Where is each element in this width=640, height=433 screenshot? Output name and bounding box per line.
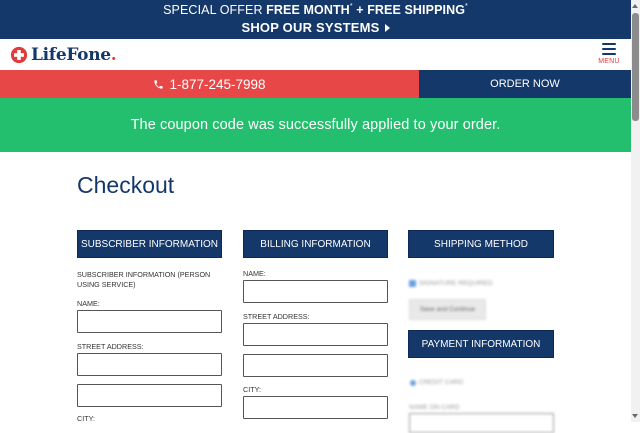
shop-systems-label[interactable]: SHOP OUR SYSTEMS: [241, 20, 379, 35]
hamburger-icon: [598, 43, 620, 55]
scroll-down-arrow-icon[interactable]: [632, 414, 638, 418]
alert-message: The coupon code was successfully applied…: [130, 117, 501, 133]
menu-button[interactable]: MENU: [598, 41, 620, 65]
subscriber-name-input[interactable]: [77, 310, 222, 333]
billing-street-input[interactable]: [243, 323, 388, 346]
promo-free-month: FREE MONTH: [266, 3, 350, 17]
phone-number[interactable]: 1-877-245-7998: [169, 77, 265, 92]
shipping-heading: SHIPPING METHOD: [434, 238, 528, 250]
subscriber-city-label: CITY:: [77, 414, 95, 423]
caret-right-icon: [384, 23, 390, 32]
promo-plus: +: [352, 3, 368, 17]
page-scrollbar[interactable]: [631, 0, 640, 422]
subscriber-note: SUBSCRIBER INFORMATION (PERSON USING SER…: [77, 270, 211, 289]
name-on-card-label: NAME ON CARD: [409, 404, 460, 411]
billing-city-label: CITY:: [243, 385, 261, 394]
shop-systems-link[interactable]: SHOP OUR SYSTEMS: [0, 20, 631, 35]
promo-free-shipping: FREE SHIPPING: [367, 3, 466, 17]
signature-required-label: SIGNATURE REQUIRED: [419, 280, 493, 287]
subscriber-heading: SUBSCRIBER INFORMATION: [80, 238, 219, 250]
site-header: LifeFone. MENU: [0, 39, 631, 70]
promo-text: SPECIAL OFFER FREE MONTH* + FREE SHIPPIN…: [0, 3, 631, 17]
call-phone-button[interactable]: 1-877-245-7998: [0, 70, 419, 98]
subscriber-street-input[interactable]: [77, 353, 222, 376]
subscriber-name-label: NAME:: [77, 299, 100, 308]
billing-street2-input[interactable]: [243, 354, 388, 377]
promo-prefix: SPECIAL OFFER: [163, 3, 267, 17]
shipping-section-header: SHIPPING METHOD: [408, 230, 554, 258]
subscriber-street-label: STREET ADDRESS:: [77, 342, 144, 351]
page-title: Checkout: [77, 172, 175, 198]
action-bar: 1-877-245-7998 ORDER NOW: [0, 70, 631, 98]
menu-label: MENU: [598, 58, 620, 65]
billing-heading: BILLING INFORMATION: [260, 238, 371, 250]
credit-card-radio[interactable]: [410, 380, 416, 386]
promo-asterisk: *: [349, 2, 353, 10]
save-and-continue-button[interactable]: Save and Continue: [409, 299, 486, 320]
order-now-button[interactable]: ORDER NOW: [419, 70, 631, 98]
billing-section-header: BILLING INFORMATION: [243, 230, 388, 258]
billing-name-input[interactable]: [243, 280, 388, 303]
signature-required-checkbox[interactable]: [409, 280, 416, 287]
logo-dot: .: [110, 45, 117, 65]
credit-card-label: CREDIT CARD: [419, 379, 464, 386]
coupon-success-alert: The coupon code was successfully applied…: [0, 98, 631, 152]
billing-city-input[interactable]: [243, 396, 388, 419]
billing-name-label: NAME:: [243, 269, 266, 278]
logo-wordmark: LifeFone.: [31, 45, 117, 65]
save-and-continue-label[interactable]: Save and Continue: [420, 306, 475, 313]
phone-icon: [154, 79, 164, 89]
payment-section-header: PAYMENT INFORMATION: [408, 330, 554, 358]
lifefone-logo[interactable]: LifeFone.: [10, 45, 117, 65]
scroll-thumb[interactable]: [632, 13, 639, 121]
subscriber-street2-input[interactable]: [77, 384, 222, 407]
logo-heart-cross-icon: [10, 46, 28, 64]
billing-street-label: STREET ADDRESS:: [243, 312, 310, 321]
name-on-card-input[interactable]: [409, 413, 554, 433]
subscriber-section-header: SUBSCRIBER INFORMATION: [77, 230, 222, 258]
promo-banner: SPECIAL OFFER FREE MONTH* + FREE SHIPPIN…: [0, 0, 631, 39]
order-now-label[interactable]: ORDER NOW: [490, 78, 560, 90]
scroll-up-arrow-icon[interactable]: [632, 4, 638, 8]
promo-asterisk: *: [465, 2, 468, 10]
payment-heading: PAYMENT INFORMATION: [421, 338, 541, 350]
logo-name: LifeFone: [31, 45, 111, 65]
